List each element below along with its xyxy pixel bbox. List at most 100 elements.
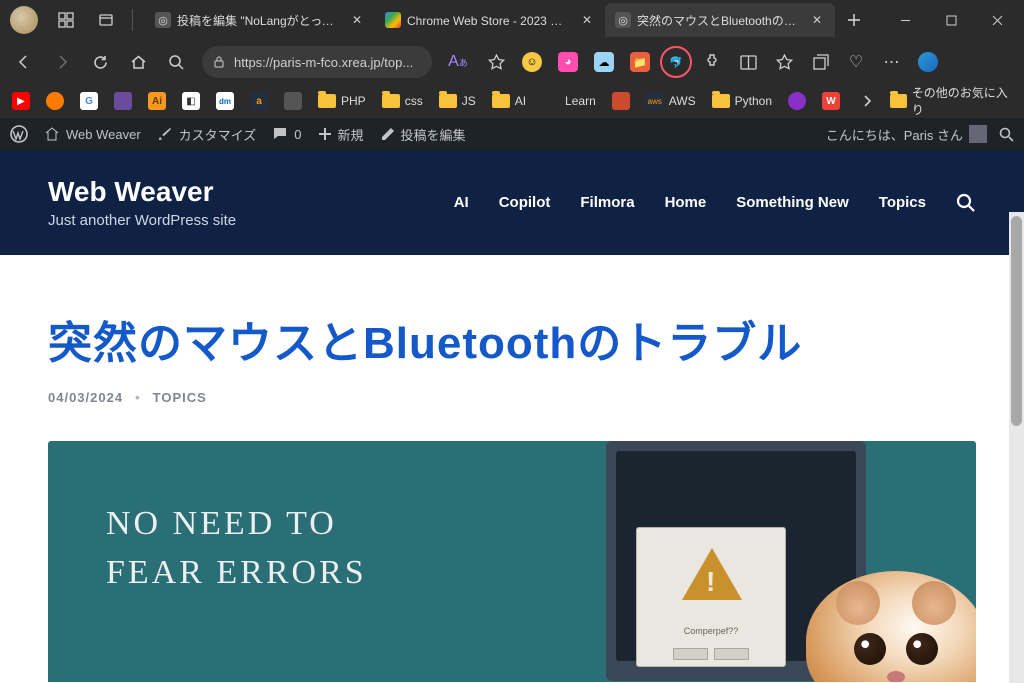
wp-label: Web Weaver [66,127,141,142]
wp-logo[interactable] [10,125,28,143]
bm-ms-learn[interactable]: Learn [536,87,602,115]
wp-new[interactable]: 新規 [318,125,364,144]
address-bar[interactable]: https://paris-m-fco.xrea.jp/top... [202,46,432,78]
bm-aws[interactable]: awsAWS [640,87,702,115]
page-scrollbar[interactable] [1009,212,1024,683]
favicon-icon [385,12,401,28]
close-icon[interactable]: ✕ [349,12,365,28]
split-screen-icon[interactable] [732,46,764,78]
wp-comments[interactable]: 0 [272,126,301,142]
divider [132,9,133,31]
bm-amazon[interactable]: a [244,87,274,115]
bm-app-7[interactable]: W [816,87,846,115]
new-tab-button[interactable] [839,5,869,35]
bm-label: AWS [669,94,696,108]
bm-youtube[interactable]: ▶ [6,87,36,115]
post-date: 04/03/2024 [48,390,123,405]
site-tagline: Just another WordPress site [48,212,454,229]
search-icon [999,127,1014,142]
tab-1[interactable]: ◎ 投稿を編集 "NoLangがとってもマー ✕ [145,3,375,37]
nav-topics[interactable]: Topics [879,194,926,211]
tab-title: 突然のマウスとBluetoothのトラブル [637,12,803,29]
extensions-menu-icon[interactable] [696,46,728,78]
tab-title: 投稿を編集 "NoLangがとってもマー [177,12,343,29]
back-button[interactable] [6,44,42,80]
bm-app-3[interactable]: ◧ [176,87,206,115]
favorite-button[interactable] [478,44,514,80]
bm-google[interactable]: G [74,87,104,115]
ext-icon-4[interactable]: 📁 [624,46,656,78]
minimize-button[interactable] [882,0,928,40]
post-category[interactable]: TOPICS [153,390,207,405]
lock-icon [212,55,226,69]
wp-customize[interactable]: カスタマイズ [157,125,257,144]
nav-filmora[interactable]: Filmora [580,194,634,211]
brush-icon [157,126,173,142]
bm-label: css [405,94,423,108]
ext-icon-highlighted[interactable]: 🐬 [660,46,692,78]
close-icon[interactable]: ✕ [809,12,825,28]
more-menu-icon[interactable]: ⋯ [876,46,908,78]
extension-icons: ☺ ◕ ☁ 📁 🐬 ♡ ⋯ [516,46,944,78]
tab-3[interactable]: ◎ 突然のマウスとBluetoothのトラブル ✕ [605,3,835,37]
search-toggle[interactable] [956,193,976,213]
bm-folder-js[interactable]: JS [433,87,482,115]
reader-button[interactable]: Aあ [440,44,476,80]
bm-folder-python[interactable]: Python [706,87,778,115]
wp-search[interactable] [999,127,1014,142]
bm-folder-css[interactable]: css [376,87,429,115]
close-window-button[interactable] [974,0,1020,40]
site-title[interactable]: Web Weaver [48,176,454,208]
copilot-icon[interactable] [912,46,944,78]
bm-folder-ai[interactable]: AI [486,87,532,115]
bm-other-favorites[interactable]: その他のお気に入り [884,87,1018,115]
ext-icon-1[interactable]: ☺ [516,46,548,78]
primary-nav: AI Copilot Filmora Home Something New To… [454,193,976,213]
bm-ai[interactable]: Ai [142,87,172,115]
meta-separator: • [135,390,141,405]
wp-edit-post[interactable]: 投稿を編集 [380,125,466,144]
post-meta: 04/03/2024 • TOPICS [48,390,976,405]
browser-toolbar: https://paris-m-fco.xrea.jp/top... Aあ ☺ … [0,40,1024,84]
post-title: 突然のマウスとBluetoothのトラブル [48,319,976,370]
bm-overflow-chevron[interactable] [854,87,880,115]
bm-dmm[interactable]: dm [210,87,240,115]
post-content: 突然のマウスとBluetoothのトラブル 04/03/2024 • TOPIC… [0,255,1024,682]
nav-copilot[interactable]: Copilot [499,194,551,211]
home-button[interactable] [120,44,156,80]
bm-app-5[interactable] [606,87,636,115]
collections-icon[interactable] [804,46,836,78]
tab-strip: ◎ 投稿を編集 "NoLangがとってもマー ✕ Chrome Web Stor… [145,3,882,37]
health-icon[interactable]: ♡ [840,46,872,78]
tabs-overview-icon[interactable] [88,2,124,38]
scrollbar-thumb[interactable] [1011,216,1022,426]
close-icon[interactable]: ✕ [579,12,595,28]
wp-greeting[interactable]: こんにちは、Paris さん [826,125,987,144]
plus-icon [318,127,332,141]
wp-site-name[interactable]: Web Weaver [44,126,141,142]
ext-icon-2[interactable]: ◕ [552,46,584,78]
tab-2[interactable]: Chrome Web Store - 2023 年のお ✕ [375,3,605,37]
favorites-button[interactable] [768,46,800,78]
bm-app-1[interactable] [40,87,70,115]
bm-folder-php[interactable]: PHP [312,87,372,115]
maximize-button[interactable] [928,0,974,40]
wp-label: 新規 [338,125,364,144]
forward-button[interactable] [44,44,80,80]
bm-app-2[interactable] [108,87,138,115]
bm-app-4[interactable] [278,87,308,115]
nav-ai[interactable]: AI [454,194,469,211]
refresh-button[interactable] [82,44,118,80]
profile-avatar[interactable] [10,6,38,34]
workspaces-icon[interactable] [48,2,84,38]
tab-title: Chrome Web Store - 2023 年のお [407,12,573,29]
folder-icon [492,94,510,108]
avatar-icon [969,125,987,143]
nav-home[interactable]: Home [665,194,707,211]
warning-icon [682,548,742,600]
nav-something-new[interactable]: Something New [736,194,849,211]
bm-app-6[interactable] [782,87,812,115]
search-button[interactable] [158,44,194,80]
ext-icon-3[interactable]: ☁ [588,46,620,78]
bm-label: Learn [565,94,596,108]
